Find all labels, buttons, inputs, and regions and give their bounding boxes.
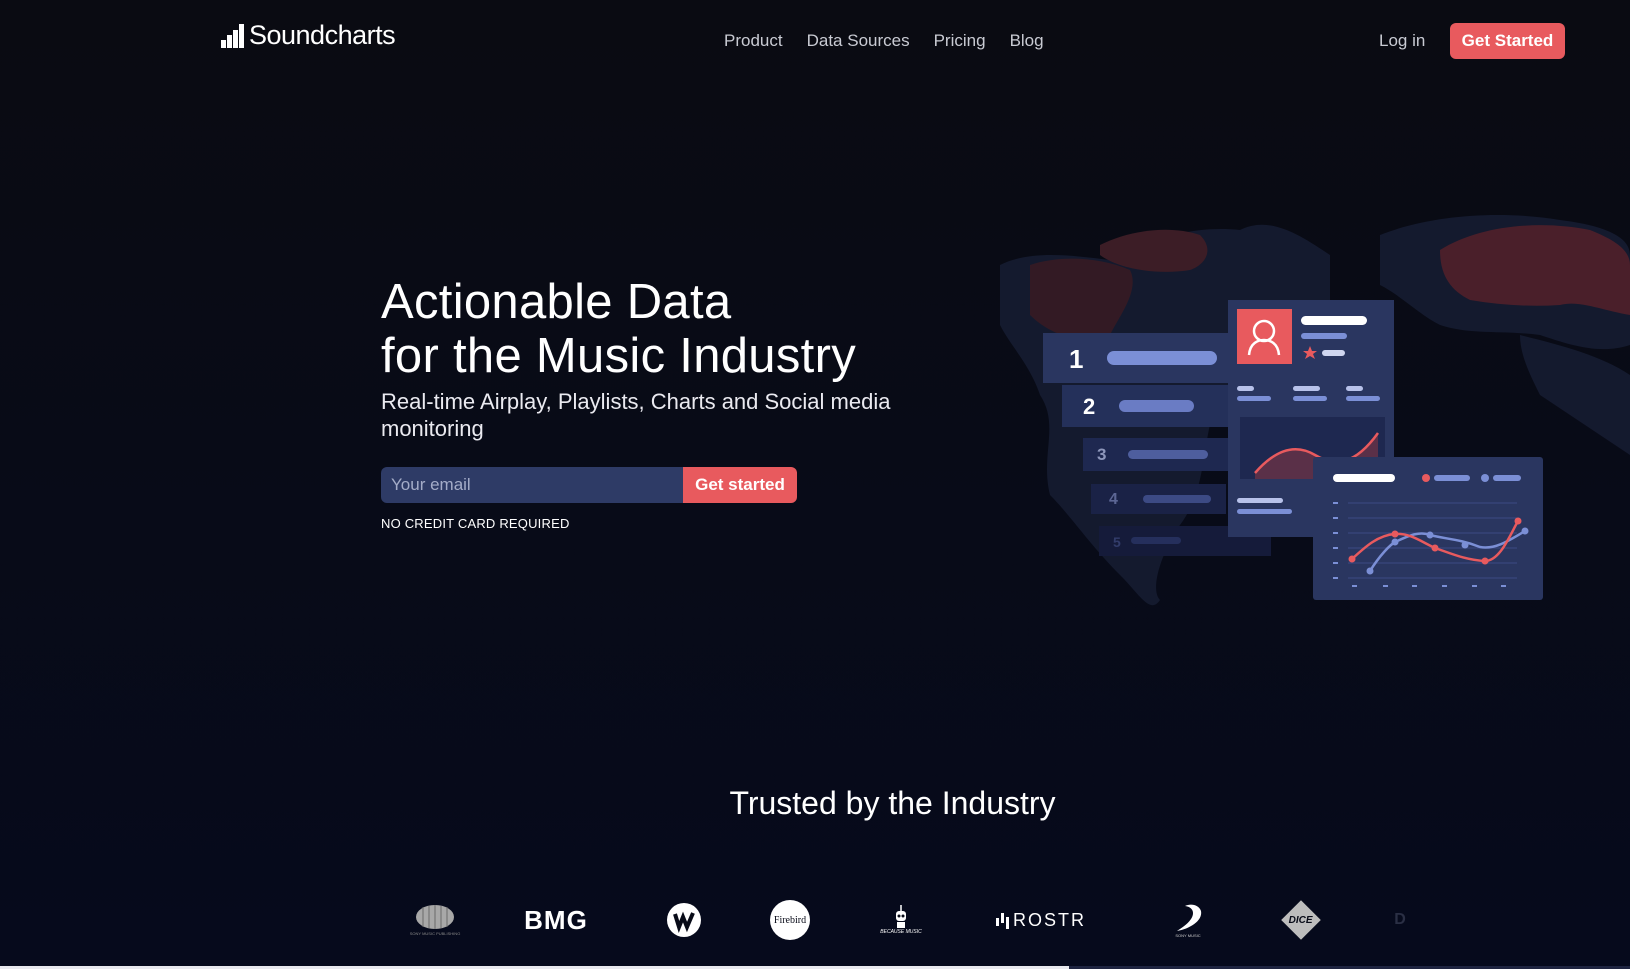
client-logos: SONY MUSIC PUBLISHING BMG Firebird BECAU… xyxy=(400,895,1430,945)
client-logo-warner xyxy=(666,895,702,945)
hero-title-line-1: Actionable Data xyxy=(381,275,732,329)
rank-2: 2 xyxy=(1083,394,1095,419)
client-logo-dice: DICE xyxy=(1280,895,1322,945)
hero-title-line-2: for the Music Industry xyxy=(381,329,856,383)
dice-logo-diamond: DICE xyxy=(1281,900,1321,940)
nav-data-sources[interactable]: Data Sources xyxy=(807,31,910,51)
soundcharts-logo-icon xyxy=(221,24,245,48)
signup-form: Get started xyxy=(381,467,797,503)
trends-card-graphic xyxy=(1313,457,1543,600)
nav-pricing[interactable]: Pricing xyxy=(934,31,986,51)
rank-1: 1 xyxy=(1069,344,1083,374)
nav-product[interactable]: Product xyxy=(724,31,783,51)
sony-music-text: SONY MUSIC xyxy=(1175,932,1201,938)
signup-submit-button[interactable]: Get started xyxy=(683,467,797,503)
client-logo-partial: D xyxy=(1394,911,1406,928)
no-credit-card-note: NO CREDIT CARD REQUIRED xyxy=(381,516,570,531)
brand-name: Soundcharts xyxy=(249,20,396,50)
nav-blog[interactable]: Blog xyxy=(1010,31,1044,51)
get-started-button[interactable]: Get Started xyxy=(1450,23,1565,59)
top-nav: Soundcharts Product Data Sources Pricing… xyxy=(0,0,1630,84)
warner-logo-icon xyxy=(667,903,701,937)
login-link[interactable]: Log in xyxy=(1379,31,1425,51)
dashboard-illustration: 1 2 3 4 5 xyxy=(1000,195,1630,615)
sony-music-publishing-icon xyxy=(416,905,454,929)
rank-3: 3 xyxy=(1097,445,1106,464)
main-menu: Product Data Sources Pricing Blog xyxy=(724,31,1044,51)
hero-subtitle: Real-time Airplay, Playlists, Charts and… xyxy=(381,389,891,441)
rostr-logo-icon xyxy=(996,913,1009,929)
client-logo-rostr: ROSTR xyxy=(996,895,1086,945)
dashboard-illustration-graphic: 1 2 3 4 5 xyxy=(1000,215,1630,606)
client-logo-because-music: BECAUSE MUSIC xyxy=(880,895,922,945)
sony-music-publishing-text: SONY MUSIC PUBLISHING xyxy=(409,931,461,936)
hero-title: Actionable Data for the Music Industry xyxy=(381,275,856,383)
trusted-heading: Trusted by the Industry xyxy=(729,785,1056,821)
firebird-logo-text: Firebird xyxy=(770,900,810,940)
client-logo-sony-music-publishing: SONY MUSIC PUBLISHING xyxy=(410,895,460,945)
brand-logo[interactable]: Soundcharts xyxy=(221,20,396,50)
client-logo-firebird: Firebird xyxy=(770,895,810,945)
rank-4: 4 xyxy=(1109,491,1118,508)
dice-logo-text: DICE xyxy=(1289,914,1313,926)
client-logo-sony-music: SONY MUSIC xyxy=(1166,895,1210,945)
because-music-icon xyxy=(896,905,906,928)
rank-5: 5 xyxy=(1113,534,1121,550)
sony-music-icon xyxy=(1177,904,1202,931)
email-input[interactable] xyxy=(381,467,683,503)
because-music-text: BECAUSE MUSIC xyxy=(880,929,922,935)
rostr-logo-text: ROSTR xyxy=(1013,909,1086,930)
client-logo-bmg: BMG xyxy=(524,904,588,935)
